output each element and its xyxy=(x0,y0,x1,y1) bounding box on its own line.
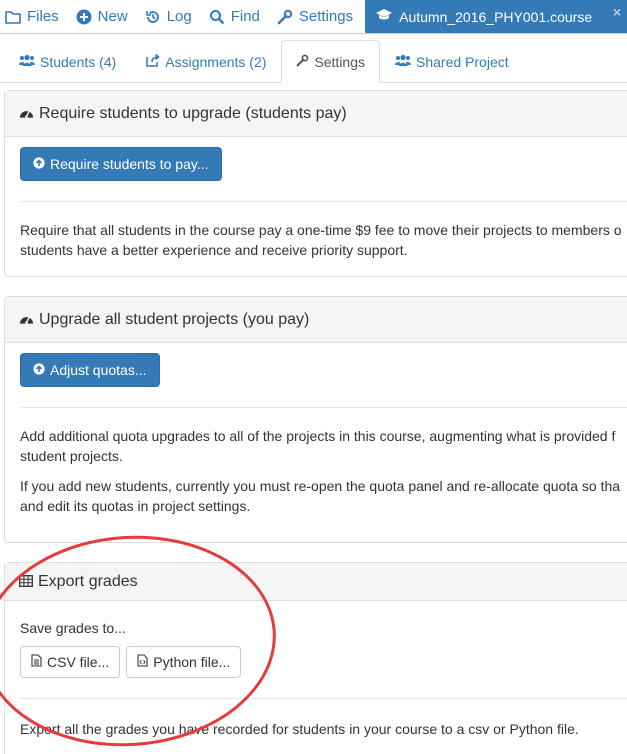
nav-log[interactable]: Log xyxy=(140,0,192,33)
graduation-cap-icon xyxy=(375,8,393,25)
users-icon xyxy=(395,54,412,69)
course-tabs: Students (4) Assignments (2) Settings Sh… xyxy=(0,40,627,83)
tab-assignments-label: Assignments (2) xyxy=(165,53,267,70)
search-icon xyxy=(208,9,226,25)
tab-settings[interactable]: Settings xyxy=(281,40,381,83)
nav-find[interactable]: Find xyxy=(204,0,260,33)
users-icon xyxy=(19,54,35,69)
require-students-to-pay-label: Require students to pay... xyxy=(50,156,209,172)
panel-heading: Upgrade all student projects (you pay) xyxy=(5,297,627,343)
nav-new[interactable]: New xyxy=(71,0,128,33)
panel-heading: Export grades xyxy=(5,563,627,601)
panel-upgrade-student-projects: Upgrade all student projects (you pay) A… xyxy=(4,296,627,543)
python-file-label: Python file... xyxy=(153,654,231,670)
wrench-icon xyxy=(276,9,294,25)
upgrade-description-line-2: student projects. xyxy=(20,448,123,464)
panel-require-students-upgrade: Require students to upgrade (students pa… xyxy=(4,90,627,277)
nav-settings[interactable]: Settings xyxy=(272,0,353,33)
share-icon xyxy=(146,53,161,70)
dashboard-icon xyxy=(19,106,34,122)
top-nav: Files New Log Find Settings Autumn_2016_… xyxy=(0,0,627,34)
adjust-quotas-label: Adjust quotas... xyxy=(50,362,147,378)
divider xyxy=(20,698,627,699)
divider xyxy=(20,201,627,202)
wrench-icon xyxy=(296,54,309,70)
export-buttons: CSV file... Python file... xyxy=(20,646,627,678)
require-description-line-1: Require that all students in the course … xyxy=(20,222,622,238)
nav-files-label: Files xyxy=(27,8,59,25)
arrow-circle-up-icon xyxy=(33,156,45,172)
plus-circle-icon xyxy=(75,9,93,25)
file-text-icon xyxy=(31,654,42,670)
upgrade-description-line-1: Add additional quota upgrades to all of … xyxy=(20,428,616,444)
tab-assignments[interactable]: Assignments (2) xyxy=(131,40,281,82)
nav-log-label: Log xyxy=(166,8,192,25)
csv-file-button[interactable]: CSV file... xyxy=(20,646,121,678)
nav-new-label: New xyxy=(97,8,128,25)
tab-shared-project[interactable]: Shared Project xyxy=(380,40,524,82)
active-file-label: Autumn_2016_PHY001.course xyxy=(399,8,593,25)
panel-body: Adjust quotas... Add additional quota up… xyxy=(5,343,627,530)
nav-find-label: Find xyxy=(230,8,260,25)
panel-title: Upgrade all student projects (you pay) xyxy=(39,310,310,328)
panel-title: Require students to upgrade (students pa… xyxy=(39,104,347,122)
arrow-circle-up-icon xyxy=(33,362,45,378)
require-students-to-pay-button[interactable]: Require students to pay... xyxy=(20,147,222,181)
nav-active-file-tab[interactable]: Autumn_2016_PHY001.course × xyxy=(365,0,627,33)
upgrade-description-line-3: If you add new students, currently you m… xyxy=(20,478,621,494)
tab-students-label: Students (4) xyxy=(40,53,117,70)
nav-files[interactable]: Files xyxy=(0,0,59,33)
upgrade-description-line-4: and edit its quotas in project settings. xyxy=(20,498,251,514)
file-code-icon xyxy=(137,654,148,670)
adjust-quotas-button[interactable]: Adjust quotas... xyxy=(20,353,160,387)
panel-body: Require students to pay... Require that … xyxy=(5,137,627,274)
panel-export-grades: Export grades Save grades to... CSV file… xyxy=(4,562,627,754)
panel-title: Export grades xyxy=(38,572,138,590)
python-file-button[interactable]: Python file... xyxy=(126,646,242,678)
close-icon[interactable]: × xyxy=(613,4,621,20)
tab-settings-label: Settings xyxy=(314,54,366,70)
tab-shared-project-label: Shared Project xyxy=(416,53,509,70)
history-icon xyxy=(144,9,162,25)
table-icon xyxy=(19,574,33,590)
folder-icon xyxy=(4,10,22,24)
export-description: Export all the grades you have recorded … xyxy=(20,721,579,737)
panel-heading: Require students to upgrade (students pa… xyxy=(5,91,627,137)
panel-body: Save grades to... CSV file... Python fil… xyxy=(5,601,627,753)
tab-students[interactable]: Students (4) xyxy=(4,40,131,82)
csv-file-label: CSV file... xyxy=(47,654,110,670)
dashboard-icon xyxy=(19,312,34,328)
nav-settings-label: Settings xyxy=(298,8,354,25)
save-grades-to-label: Save grades to... xyxy=(20,620,126,636)
require-description-line-2: students have a better experience and re… xyxy=(20,242,408,258)
divider xyxy=(20,407,627,408)
